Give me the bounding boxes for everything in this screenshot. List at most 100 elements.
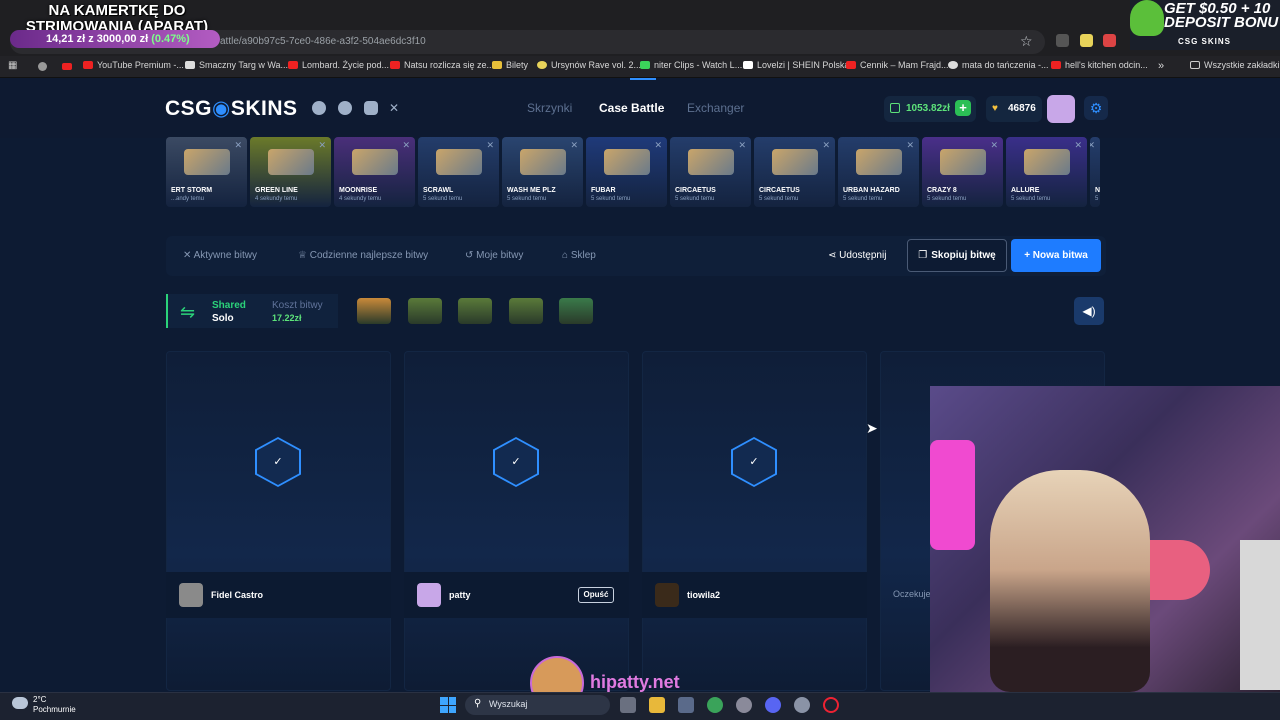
discord-icon[interactable] (312, 101, 326, 115)
bookmark-item[interactable]: mata do tańczenia -... (948, 60, 1049, 70)
tab-daily-best-battles[interactable]: ♕ Codzienne najlepsze bitwy (298, 250, 428, 261)
weather-desc[interactable]: Pochmurnie (33, 705, 76, 714)
live-drop-card[interactable]: GREEN LINE 4 sekundy temu ✕ (250, 137, 331, 207)
sound-toggle-icon[interactable]: ◀) (1074, 297, 1104, 325)
apps-grid-icon[interactable]: ▦ (8, 60, 17, 71)
drop-skin-name: CRAZY 8 (927, 187, 957, 194)
taskbar-search-text[interactable]: Wyszukaj (489, 699, 527, 709)
taskbar-search[interactable] (465, 695, 610, 715)
tab-my-battles[interactable]: ↺ Moje bitwy (465, 250, 523, 261)
bookmark-item[interactable]: Bilety (492, 60, 528, 70)
drop-time: 5 sekund temu (507, 196, 547, 202)
battle-case-image[interactable] (357, 298, 391, 324)
live-drop-card[interactable]: MOONRISE 4 sekundy temu ✕ (334, 137, 415, 207)
check-icon: ✓ (257, 439, 299, 485)
share-icon: ⋖ (828, 250, 840, 261)
new-battle-button[interactable]: + Nowa bitwa (1011, 239, 1101, 272)
extension-icon[interactable] (1056, 34, 1069, 47)
bookmark-item[interactable]: Ursynów Rave vol. 2... (537, 60, 641, 70)
wallet-icon (890, 103, 900, 113)
live-drop-card[interactable]: URBAN HAZARD 5 sekund temu ✕ (838, 137, 919, 207)
player-avatar[interactable] (655, 583, 679, 607)
check-icon: ✓ (495, 439, 537, 485)
bookmark-item[interactable]: Lovelzi | SHEIN Polska (743, 60, 849, 70)
instagram-icon[interactable] (364, 101, 378, 115)
player-avatar[interactable] (417, 583, 441, 607)
facebook-icon[interactable] (338, 101, 352, 115)
live-drop-card[interactable]: ALLURE 5 sekund temu ✕ (1006, 137, 1087, 207)
live-drop-card[interactable]: CIRCAETUS 5 sekund temu ✕ (670, 137, 751, 207)
weapon-skin-image (772, 149, 818, 175)
battle-mode-type: Solo (212, 313, 234, 324)
task-view-icon[interactable] (620, 697, 636, 713)
bookmark-icon[interactable] (38, 62, 47, 71)
file-explorer-icon[interactable] (649, 697, 665, 713)
drop-type-icon: ✕ (570, 140, 578, 150)
site-logo[interactable]: CSG◉SKINS (165, 96, 298, 121)
drop-time: 5 sekund temu (675, 196, 715, 202)
player-name[interactable]: Fidel Castro (211, 590, 263, 600)
x-twitter-icon[interactable]: ✕ (389, 101, 403, 115)
watermark-text: hipatty.net (590, 672, 680, 692)
weapon-skin-image (940, 149, 986, 175)
live-drop-card[interactable]: CRAZY 8 5 sekund temu ✕ (922, 137, 1003, 207)
settings-gear-icon[interactable]: ⚙ (1084, 96, 1108, 120)
settings-taskbar-icon[interactable] (794, 697, 810, 713)
cloud-icon[interactable] (12, 697, 28, 709)
discord-taskbar-icon[interactable] (765, 697, 781, 713)
youtube-icon[interactable] (62, 63, 72, 70)
bookmark-item[interactable]: Natsu rozlicza się ze... (390, 60, 494, 70)
player-name[interactable]: tiowila2 (687, 590, 720, 600)
gems-amount: 46876 (1008, 103, 1036, 114)
player-avatar[interactable] (179, 583, 203, 607)
bookmark-item[interactable]: niter Clips - Watch L... (640, 60, 742, 70)
bookmark-item[interactable]: Cennik – Mam Frajd... (846, 60, 949, 70)
webcam-shelf (1240, 540, 1280, 690)
drop-type-icon: ✕ (234, 140, 242, 150)
nav-exchanger[interactable]: Exchanger (687, 101, 744, 115)
live-drop-card[interactable]: ERT STORM ...andy temu ✕ (166, 137, 247, 207)
bookmark-item[interactable]: YouTube Premium -... (83, 60, 184, 70)
live-drop-card[interactable]: FUBAR 5 sekund temu ✕ (586, 137, 667, 207)
battle-case-image[interactable] (508, 298, 543, 324)
bookmark-item[interactable]: Smaczny Targ w Wa... (185, 60, 288, 70)
gem-icon: ♥ (992, 103, 998, 114)
bookmarks-more-chevron[interactable]: » (1158, 60, 1164, 72)
weather-temp[interactable]: 2°C (33, 695, 46, 704)
chrome-icon[interactable] (707, 697, 723, 713)
deposit-button[interactable]: + (955, 100, 971, 116)
drop-type-icon: ✕ (1074, 140, 1082, 150)
url-text[interactable]: attle/a90b97c5-7ce0-486e-a3f2-504ae6dc3f… (220, 36, 426, 47)
tab-active-battles[interactable]: ✕ Aktywne bitwy (183, 250, 257, 261)
nav-cases[interactable]: Skrzynki (527, 101, 572, 115)
opera-icon[interactable] (823, 697, 839, 713)
battle-case-image[interactable] (458, 298, 492, 324)
live-drop-card[interactable]: NITR 5 se... ✕ (1090, 137, 1100, 207)
user-avatar[interactable] (1047, 95, 1075, 123)
copy-battle-button[interactable]: ❐ Skopiuj bitwę (907, 239, 1007, 272)
live-drop-card[interactable]: WASH ME PLZ 5 sekund temu ✕ (502, 137, 583, 207)
bookmark-item[interactable]: Lombard. Życie pod... (288, 60, 389, 70)
app-icon[interactable] (736, 697, 752, 713)
share-button[interactable]: ⋖ Udostępnij (828, 250, 886, 261)
tab-shop[interactable]: ⌂ Sklep (562, 250, 596, 261)
nav-case-battle[interactable]: Case Battle (599, 101, 664, 115)
player-name[interactable]: patty (449, 590, 471, 600)
extension-icon[interactable] (1080, 34, 1093, 47)
extension-icon[interactable] (1103, 34, 1116, 47)
bookmark-item[interactable]: hell's kitchen odcin... (1051, 60, 1148, 70)
drop-time: ...andy temu (171, 196, 205, 202)
battle-case-image[interactable] (407, 298, 442, 324)
battle-case-image[interactable] (559, 298, 593, 324)
all-bookmarks-folder[interactable]: Wszystkie zakładki (1190, 60, 1280, 70)
drop-time: 4 sekundy temu (339, 196, 382, 202)
live-drop-card[interactable]: SCRAWL 5 sekund temu ✕ (418, 137, 499, 207)
bookmark-star-icon[interactable]: ☆ (1020, 33, 1033, 50)
copy-icon: ❐ (918, 250, 928, 261)
windows-start-icon[interactable] (440, 697, 456, 713)
leave-battle-button[interactable]: Opuść (578, 587, 614, 603)
drop-type-icon: ✕ (906, 140, 914, 150)
store-icon[interactable] (678, 697, 694, 713)
drop-type-icon: ✕ (738, 140, 746, 150)
live-drop-card[interactable]: CIRCAETUS 5 sekund temu ✕ (754, 137, 835, 207)
